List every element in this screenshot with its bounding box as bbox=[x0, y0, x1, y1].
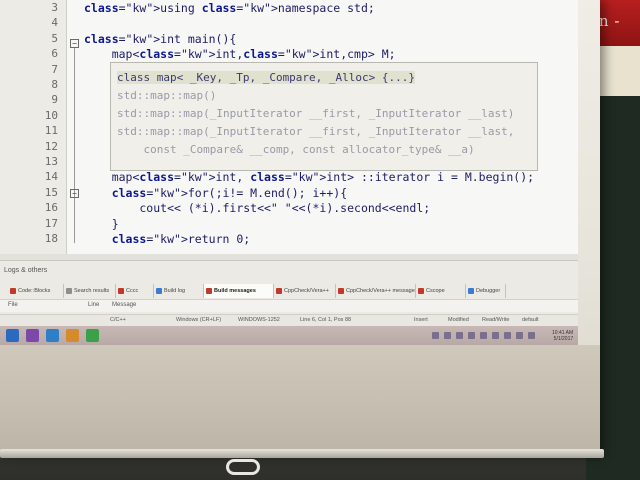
line-number: 5 bbox=[51, 31, 58, 45]
line-number: 10 bbox=[44, 108, 58, 122]
tab-icon bbox=[10, 288, 16, 294]
messages-header: File Line Message bbox=[0, 299, 578, 312]
line-number: 15 bbox=[44, 185, 58, 199]
status-encoding: WINDOWS-1252 bbox=[238, 317, 280, 323]
status-language: C/C++ bbox=[110, 317, 126, 323]
line-number: 16 bbox=[44, 201, 58, 215]
line-number: 9 bbox=[51, 93, 58, 107]
tray-icon[interactable] bbox=[432, 332, 439, 339]
line-number: 4 bbox=[51, 16, 58, 30]
fold-toggle-icon[interactable]: − bbox=[70, 189, 79, 198]
tab-icon bbox=[468, 288, 474, 294]
column-file[interactable]: File bbox=[8, 302, 18, 308]
code-line: cout<< (*i).first<<" "<<(*i).second<<end… bbox=[84, 201, 431, 216]
logs-tab[interactable]: Debugger bbox=[466, 284, 506, 298]
logs-tab-label: Search results bbox=[74, 288, 110, 294]
logs-tab-strip: Code::Blocks Search results Cccc Build log B… bbox=[8, 284, 578, 298]
fold-guide bbox=[74, 48, 75, 243]
tab-icon bbox=[206, 288, 212, 294]
projector-screen: 3 4 5 6 7 8 9 10 11 12 13 14 15 16 17 18 − − class="kw"… bbox=[0, 0, 600, 456]
screen-roller bbox=[0, 449, 604, 458]
code-line: class="kw">for(;i!= M.end(); i++){ bbox=[111, 185, 348, 200]
column-message[interactable]: Message bbox=[112, 302, 136, 308]
taskbar-app-2-icon[interactable] bbox=[46, 329, 59, 342]
tray-icon[interactable] bbox=[528, 332, 535, 339]
tab-icon bbox=[418, 288, 424, 294]
tray-icon[interactable] bbox=[468, 332, 475, 339]
logs-tab[interactable]: Build log bbox=[154, 284, 204, 298]
code-line: class="kw">int main(){ bbox=[84, 31, 237, 46]
ide-window: 3 4 5 6 7 8 9 10 11 12 13 14 15 16 17 18 − − class="kw"… bbox=[0, 0, 578, 345]
taskbar-clock[interactable]: 10:41 AM 5/1/2017 bbox=[552, 330, 573, 342]
logs-tab[interactable]: CppCheck/Vera++ messages bbox=[336, 284, 416, 298]
screen-pull-handle[interactable] bbox=[226, 459, 260, 475]
logs-panel: Logs & others Code::Blocks Search results… bbox=[0, 260, 578, 315]
line-number: 14 bbox=[44, 170, 58, 184]
logs-tab-label: Code::Blocks bbox=[18, 288, 51, 294]
logs-tab[interactable]: CppCheck/Vera++ bbox=[274, 284, 336, 298]
logs-tab-label: Build messages bbox=[214, 288, 256, 294]
code-line: } bbox=[84, 216, 119, 231]
logs-tab-label: CppCheck/Vera++ bbox=[284, 288, 329, 294]
line-number: 8 bbox=[51, 78, 58, 91]
logs-tab-label: Build log bbox=[164, 288, 186, 294]
tray-icon[interactable] bbox=[444, 332, 451, 339]
status-eol: Windows (CR+LF) bbox=[176, 317, 222, 323]
logs-tab[interactable]: Search results bbox=[64, 284, 116, 298]
logs-tab-label: Cscope bbox=[426, 288, 445, 294]
logs-tab[interactable]: Cscope bbox=[416, 284, 466, 298]
windows-taskbar: 10:41 AM 5/1/2017 bbox=[0, 326, 578, 345]
code-line: map<class="kw">int,class="kw">int,cmp> M… bbox=[84, 47, 396, 62]
logs-tab-label: CppCheck/Vera++ messages bbox=[346, 288, 416, 294]
tab-icon bbox=[276, 288, 282, 294]
screen-lower-area bbox=[0, 345, 600, 450]
status-mode: Insert bbox=[414, 317, 428, 323]
code-completion-tooltip: class map< _Key, _Tp, _Compare, _Alloc> … bbox=[110, 62, 538, 171]
logs-panel-title: Logs & others bbox=[4, 267, 48, 274]
tray-icon[interactable] bbox=[492, 332, 499, 339]
code-line: class="kw">return 0; bbox=[111, 232, 251, 246]
status-profile: default bbox=[522, 317, 539, 323]
line-number: 12 bbox=[44, 139, 58, 153]
status-position: Line 6, Col 1, Pos 88 bbox=[300, 317, 352, 323]
tray-icon[interactable] bbox=[504, 332, 511, 339]
tooltip-line: const _Compare& __comp, const allocator_… bbox=[117, 143, 475, 156]
fold-toggle-icon[interactable]: − bbox=[70, 39, 79, 48]
line-number: 7 bbox=[51, 62, 58, 76]
line-number: 18 bbox=[44, 232, 58, 245]
line-number: 11 bbox=[44, 124, 58, 138]
taskbar-start-icon[interactable] bbox=[6, 329, 19, 342]
taskbar-app-3-icon[interactable] bbox=[66, 329, 79, 342]
tray-icon[interactable] bbox=[456, 332, 463, 339]
taskbar-app-4-icon[interactable] bbox=[86, 329, 99, 342]
taskbar-app-1-icon[interactable] bbox=[26, 329, 39, 342]
clock-date: 5/1/2017 bbox=[553, 336, 574, 342]
line-number: 17 bbox=[44, 216, 58, 230]
tab-icon bbox=[338, 288, 344, 294]
line-number: 13 bbox=[44, 155, 58, 168]
tab-icon bbox=[118, 288, 124, 294]
logs-tab[interactable]: Build messages bbox=[204, 284, 274, 298]
logs-tab-label: Cccc bbox=[126, 288, 139, 294]
code-line: class="kw">using class="kw">namespace st… bbox=[84, 1, 375, 15]
tray-icon[interactable] bbox=[516, 332, 523, 339]
tab-icon bbox=[66, 288, 72, 294]
code-line: map<class="kw">int, class="kw">int> ::it… bbox=[84, 170, 535, 185]
column-line[interactable]: Line bbox=[88, 302, 99, 308]
status-modified: Modified bbox=[448, 317, 469, 323]
line-number: 3 bbox=[51, 1, 58, 14]
line-number: 6 bbox=[51, 47, 58, 61]
tooltip-line: std::map::map(_InputIterator __first, _I… bbox=[117, 107, 515, 120]
status-access: Read/Write bbox=[482, 317, 510, 323]
code-editor[interactable]: 3 4 5 6 7 8 9 10 11 12 13 14 15 16 17 18 − − class="kw"… bbox=[0, 0, 578, 254]
logs-tab-label: Debugger bbox=[476, 288, 501, 294]
logs-tab[interactable]: Cccc bbox=[116, 284, 154, 298]
tray-icon[interactable] bbox=[480, 332, 487, 339]
logs-tab[interactable]: Code::Blocks bbox=[8, 284, 64, 298]
tab-icon bbox=[156, 288, 162, 294]
tooltip-line: std::map::map() bbox=[117, 89, 217, 102]
tooltip-line: std::map::map(_InputIterator __first, _I… bbox=[117, 125, 515, 138]
tooltip-line: class map< _Key, _Tp, _Compare, _Alloc> … bbox=[117, 71, 416, 84]
